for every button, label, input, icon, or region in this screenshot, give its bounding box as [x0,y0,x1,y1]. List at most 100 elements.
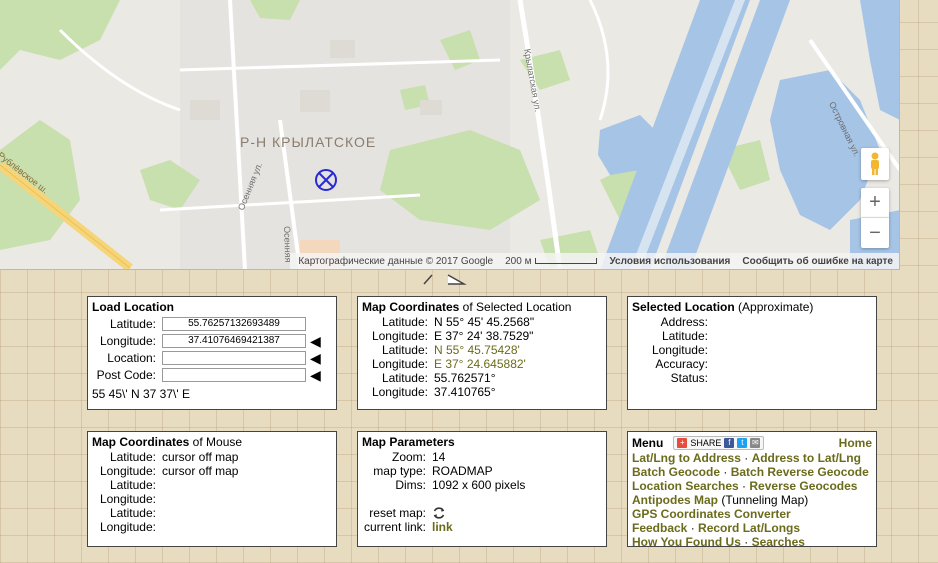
menu-link-reverse-geocodes[interactable]: Reverse Geocodes [749,479,857,493]
menu-link-gps-converter[interactable]: GPS Coordinates Converter [632,507,791,521]
mouse-label: Longitude: [99,520,156,534]
coord-value: E 37° 24' 38.7529" [434,329,534,343]
menu-line: How You Found Us · Searches [632,535,872,547]
menu-header: Menu + SHARE f t ✉ Home [632,435,872,451]
menu-link-latlng-to-address[interactable]: Lat/Lng to Address [632,451,741,465]
mouse-value: cursor off map [162,464,239,478]
mouse-label: Longitude: [99,492,156,506]
menu-line: Batch Geocode · Batch Reverse Geocode [632,465,872,479]
current-link[interactable]: link [432,520,453,534]
load-location-arrow-icon[interactable]: ◀ [310,351,321,365]
dms-text: 55 45\' N 37 37\' E [92,386,190,401]
menu-link-antipodes-map[interactable]: Antipodes Map [632,493,718,507]
coord-value: 37.410765° [434,385,496,399]
load-location-title: Load Location [92,300,174,314]
postcode-input[interactable] [162,367,306,382]
coord-label: Longitude: [371,385,428,399]
menu-separator: · [720,465,731,479]
dims-label: Dims: [395,478,426,492]
twitter-icon[interactable]: t [737,438,748,448]
street-view-pegman-button[interactable] [861,148,889,180]
maptype-label: map type: [373,464,426,478]
menu-link-how-you-found-us[interactable]: How You Found Us [632,535,741,546]
longitude-label: Longitude: [99,333,156,348]
map-resize-handle-icon[interactable] [420,272,470,288]
menu-line: Feedback · Record Lat/Longs [632,521,872,535]
menu-panel: Menu + SHARE f t ✉ Home Lat/Lng to Addre… [627,431,877,547]
map-coordinates-mouse-panel: Map Coordinates of Mouse Latitude: cursor… [87,431,337,547]
mouse-label: Latitude: [109,506,156,520]
selected-label: Longitude: [651,343,708,357]
mouse-row: Latitude: [92,478,332,492]
map-attribution-bar: Картографические данные © 2017 Google 20… [290,253,899,269]
selected-row: Status: [632,371,872,385]
postcode-label: Post Code: [96,367,156,382]
menu-separator: · [687,521,699,535]
refresh-icon[interactable] [432,506,446,520]
longitude-input[interactable] [162,333,306,348]
menu-link-batch-geocode[interactable]: Batch Geocode [632,465,720,479]
latitude-label: Latitude: [109,316,156,331]
map-base-layer [0,0,899,269]
location-marker-icon[interactable] [314,168,338,192]
zoom-out-button[interactable]: − [861,218,889,248]
map-scale-label: 200 м [505,255,532,267]
menu-link-searches[interactable]: Searches [752,535,805,546]
report-map-error-link[interactable]: Сообщить об ошибке на карте [742,256,893,267]
menu-separator: · [740,535,752,547]
coord-label: Latitude: [381,343,428,357]
coord-label: Longitude: [371,329,428,343]
load-location-panel: Load Location Latitude: Longitude: ◀ Loc… [87,296,337,410]
mouse-row: Latitude: [92,506,332,520]
map-canvas[interactable]: Р-Н КРЫЛАТСКОЕ Крылатская ул. Осенняя ул… [0,0,900,270]
selected-label: Status: [670,371,708,385]
mouse-row: Longitude: cursor off map [92,464,332,478]
mouse-label: Longitude: [99,464,156,478]
location-label: Location: [107,350,156,365]
menu-link-record-latlongs[interactable]: Record Lat/Longs [698,521,800,535]
map-coordinates-selected-title: Map Coordinates of Selected Location [362,300,572,314]
menu-separator: · [738,479,750,493]
location-input[interactable] [162,350,306,365]
maptype-row: map type: ROADMAP [362,464,602,478]
map-parameters-panel: Map Parameters Zoom: 14 map type: ROADMAP … [357,431,607,547]
coord-row: Longitude: E 37° 24' 38.7529" [362,329,602,343]
menu-link-batch-reverse-geocode[interactable]: Batch Reverse Geocode [731,465,869,479]
coord-label: Latitude: [381,315,428,329]
selected-location-panel: Selected Location (Approximate) Address:… [627,296,877,410]
menu-note-tunneling: (Tunneling Map) [718,493,809,507]
coord-value: N 55° 45' 45.2568" [434,315,535,329]
email-icon[interactable]: ✉ [750,438,761,448]
menu-line: Lat/Lng to Address · Address to Lat/Lng [632,451,872,465]
menu-title: Menu [632,436,664,450]
zoom-in-button[interactable]: + [861,188,889,218]
mouse-label: Latitude: [109,450,156,464]
latitude-input[interactable] [162,316,306,331]
map-scale[interactable]: 200 м [505,255,598,267]
share-button[interactable]: + SHARE f t ✉ [673,436,765,450]
latitude-row: Latitude: [92,315,332,332]
pegman-icon [871,152,879,175]
scale-bar-icon [535,257,598,264]
menu-link-location-searches[interactable]: Location Searches [632,479,739,493]
coord-row: Latitude: N 55° 45' 45.2568" [362,315,602,329]
coord-value: E 37° 24.645882' [434,357,526,371]
selected-label: Accuracy: [655,357,708,371]
share-plus-icon: + [677,438,688,448]
load-latlng-arrow-icon[interactable]: ◀ [310,334,321,348]
terms-of-use-link[interactable]: Условия использования [609,256,730,267]
district-label: Р-Н КРЫЛАТСКОЕ [240,134,377,150]
menu-line: Location Searches · Reverse Geocodes [632,479,872,493]
menu-link-address-to-latlng[interactable]: Address to Lat/Lng [752,451,861,465]
coord-row: Latitude: 55.762571° [362,371,602,385]
load-postcode-arrow-icon[interactable]: ◀ [310,368,321,382]
coord-row: Longitude: E 37° 24.645882' [362,357,602,371]
mouse-row: Latitude: cursor off map [92,450,332,464]
reset-map-label: reset map: [369,506,426,520]
selected-label: Address: [660,315,708,329]
home-link[interactable]: Home [839,436,872,450]
longitude-row: Longitude: ◀ [92,332,332,349]
menu-link-feedback[interactable]: Feedback [632,521,687,535]
reset-row: reset map: [362,506,602,520]
facebook-icon[interactable]: f [724,438,735,448]
